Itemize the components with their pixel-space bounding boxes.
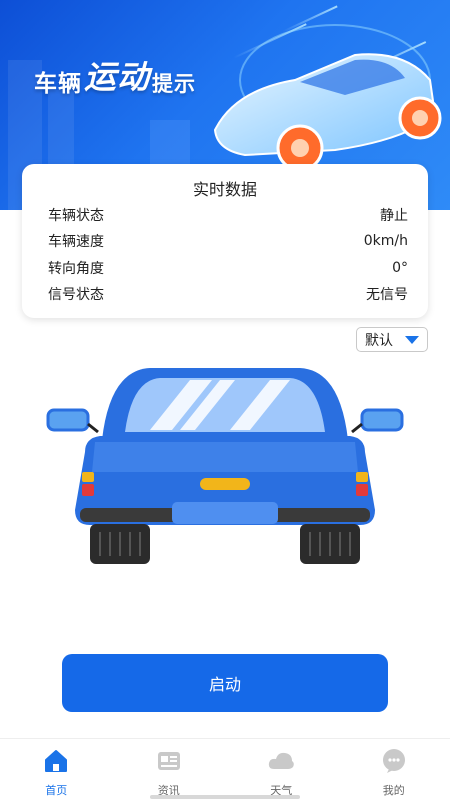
right-mirror [360, 408, 404, 432]
row-value: 无信号 [366, 287, 408, 303]
home-icon [42, 747, 70, 775]
tab-weather[interactable]: 天气 [225, 739, 338, 800]
realtime-data-card: 实时数据 车辆状态 静止 车辆速度 0km/h 转向角度 0° 信号状态 无信号 [22, 164, 428, 318]
data-row-signal-status: 信号状态 无信号 [48, 284, 408, 304]
tab-label: 首页 [45, 784, 68, 797]
banner-title-part2: 运动 [84, 58, 151, 96]
row-value: 静止 [380, 208, 408, 224]
banner-title: 车辆 运动 提示 [34, 52, 196, 98]
home-indicator [150, 795, 300, 799]
start-button[interactable]: 启动 [62, 654, 388, 712]
banner-title-part1: 车辆 [34, 71, 82, 97]
row-value: 0km/h [363, 233, 408, 249]
right-taillight [356, 484, 368, 496]
left-taillight [82, 484, 94, 496]
tab-news[interactable]: 资讯 [113, 739, 226, 800]
mode-dropdown-value: 默认 [365, 332, 393, 349]
tab-home[interactable]: 首页 [0, 739, 113, 800]
data-row-vehicle-status: 车辆状态 静止 [48, 205, 408, 225]
left-mirror [46, 408, 90, 432]
car-rear-illustration [46, 368, 404, 564]
caret-down-icon [405, 336, 419, 344]
cloud-icon [267, 747, 295, 775]
data-row-steering-angle: 转向角度 0° [48, 258, 408, 278]
chat-bubble-icon [380, 747, 408, 775]
bottom-tab-bar: 首页 资讯 天气 我的 [0, 738, 450, 800]
tab-mine[interactable]: 我的 [338, 739, 450, 800]
row-value: 0° [392, 260, 408, 276]
row-label: 转向角度 [48, 261, 104, 277]
mode-dropdown[interactable]: 默认 [356, 327, 428, 352]
tab-label: 我的 [382, 784, 405, 797]
license-plate [172, 502, 278, 524]
news-icon [155, 747, 183, 775]
banner-title-part3: 提示 [152, 72, 197, 96]
row-label: 车辆速度 [48, 234, 104, 250]
data-row-vehicle-speed: 车辆速度 0km/h [48, 231, 408, 251]
row-label: 车辆状态 [48, 208, 104, 224]
card-title: 实时数据 [192, 180, 257, 199]
trunk-handle [200, 478, 250, 490]
row-label: 信号状态 [48, 287, 104, 303]
